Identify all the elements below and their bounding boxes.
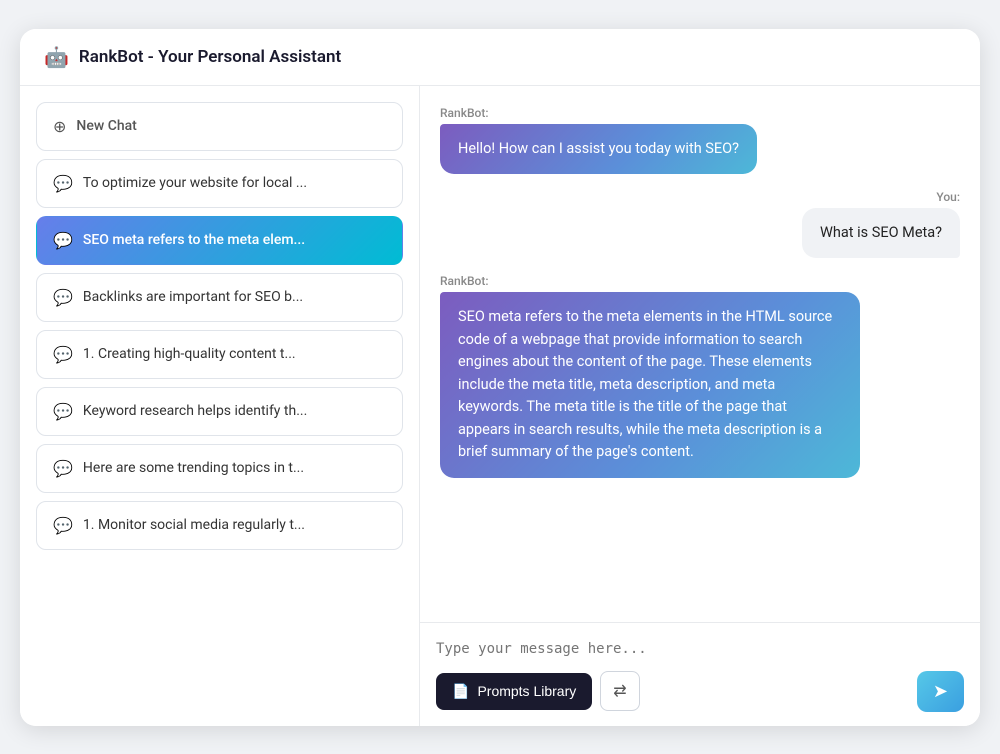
sidebar-icon: 💬: [53, 459, 73, 478]
refresh-icon: ⇄: [613, 681, 626, 701]
message-wrapper-msg-2: You: What is SEO Meta?: [440, 190, 960, 258]
app-title: RankBot - Your Personal Assistant: [79, 47, 341, 67]
sidebar-icon: 💬: [53, 516, 73, 535]
sidebar-item-chat-2[interactable]: 💬 SEO meta refers to the meta elem...: [36, 216, 403, 265]
bot-icon: 🤖: [44, 45, 69, 69]
sidebar-icon: 💬: [53, 288, 73, 307]
sidebar-item-chat-1[interactable]: 💬 To optimize your website for local ...: [36, 159, 403, 208]
sidebar-item-label: New Chat: [76, 118, 136, 134]
prompts-library-button[interactable]: 📄 Prompts Library: [436, 673, 592, 710]
sidebar-icon: 💬: [53, 345, 73, 364]
sidebar-item-chat-3[interactable]: 💬 Backlinks are important for SEO b...: [36, 273, 403, 322]
sidebar-icon: 💬: [53, 174, 73, 193]
sidebar-item-label: To optimize your website for local ...: [83, 175, 307, 191]
message-bubble-msg-2: What is SEO Meta?: [802, 208, 960, 258]
chat-area: RankBot: Hello! How can I assist you toda…: [420, 86, 980, 726]
input-area: 📄 Prompts Library ⇄ ➤: [420, 622, 980, 726]
sidebar-item-label: 1. Creating high-quality content t...: [83, 346, 296, 362]
message-wrapper-msg-3: RankBot: SEO meta refers to the meta elem…: [440, 274, 960, 477]
sidebar-icon: 💬: [53, 402, 73, 421]
message-wrapper-msg-1: RankBot: Hello! How can I assist you toda…: [440, 106, 960, 174]
refresh-button[interactable]: ⇄: [600, 671, 639, 711]
sidebar-item-chat-7[interactable]: 💬 1. Monitor social media regularly t...: [36, 501, 403, 550]
sidebar-item-chat-4[interactable]: 💬 1. Creating high-quality content t...: [36, 330, 403, 379]
sidebar: ⊕ New Chat 💬 To optimize your website fo…: [20, 86, 420, 726]
sidebar-item-label: Keyword research helps identify th...: [83, 403, 307, 419]
sidebar-icon: 💬: [53, 231, 73, 250]
app-header: 🤖 RankBot - Your Personal Assistant: [20, 29, 980, 86]
send-icon: ➤: [933, 681, 948, 702]
sidebar-item-label: Backlinks are important for SEO b...: [83, 289, 303, 305]
input-toolbar: 📄 Prompts Library ⇄ ➤: [436, 671, 964, 712]
chat-messages: RankBot: Hello! How can I assist you toda…: [420, 86, 980, 622]
main-layout: ⊕ New Chat 💬 To optimize your website fo…: [20, 86, 980, 726]
sidebar-icon: ⊕: [53, 117, 66, 136]
sidebar-item-label: Here are some trending topics in t...: [83, 460, 304, 476]
prompts-library-icon: 📄: [452, 683, 469, 700]
message-bubble-msg-1: Hello! How can I assist you today with S…: [440, 124, 757, 174]
message-sender: RankBot:: [440, 106, 489, 120]
prompts-library-label: Prompts Library: [477, 683, 576, 699]
sidebar-item-chat-5[interactable]: 💬 Keyword research helps identify th...: [36, 387, 403, 436]
send-button[interactable]: ➤: [917, 671, 964, 712]
message-sender: You:: [936, 190, 960, 204]
message-input[interactable]: [436, 637, 964, 667]
sidebar-item-new-chat[interactable]: ⊕ New Chat: [36, 102, 403, 151]
sidebar-item-label: SEO meta refers to the meta elem...: [83, 232, 305, 248]
message-sender: RankBot:: [440, 274, 489, 288]
sidebar-item-chat-6[interactable]: 💬 Here are some trending topics in t...: [36, 444, 403, 493]
app-container: 🤖 RankBot - Your Personal Assistant ⊕ Ne…: [20, 29, 980, 726]
sidebar-item-label: 1. Monitor social media regularly t...: [83, 517, 305, 533]
message-bubble-msg-3: SEO meta refers to the meta elements in …: [440, 292, 860, 477]
